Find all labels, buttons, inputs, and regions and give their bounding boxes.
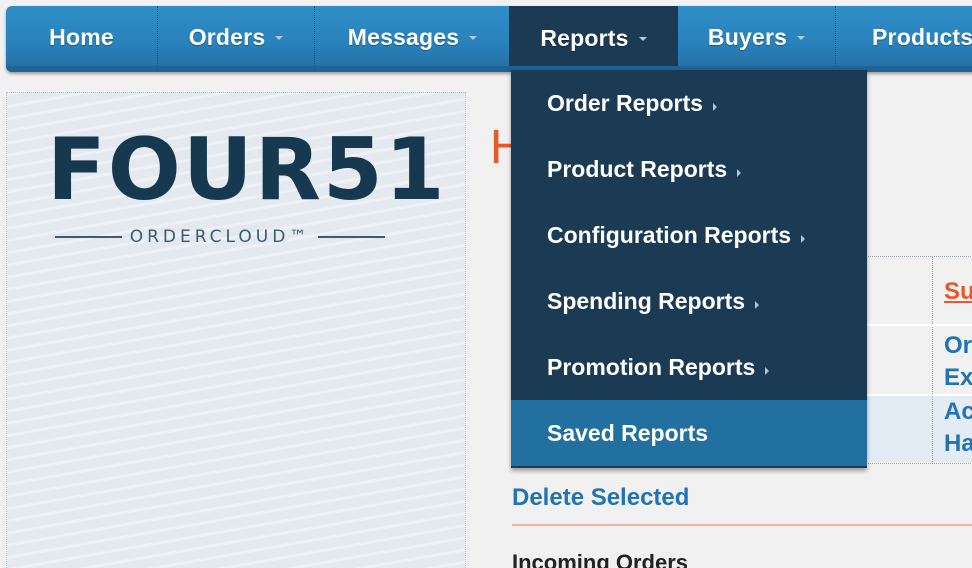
chevron-right-icon [765, 367, 770, 375]
table-cell-link[interactable]: Ex [944, 366, 972, 390]
section-divider [512, 524, 972, 526]
menu-item-label: Configuration Reports [547, 221, 792, 248]
menu-item-label: Saved Reports [547, 419, 709, 446]
main-nav: Home Orders Messages Reports Buyers Prod… [6, 6, 972, 72]
nav-orders[interactable]: Orders [158, 6, 315, 68]
nav-buyers[interactable]: Buyers [678, 6, 836, 68]
menu-item-order-reports[interactable]: Order Reports [511, 70, 867, 136]
menu-item-saved-reports[interactable]: Saved Reports [511, 400, 867, 466]
nav-messages-label: Messages [347, 23, 460, 50]
nav-buyers-label: Buyers [707, 23, 788, 50]
menu-item-label: Order Reports [547, 89, 703, 116]
nav-reports[interactable]: Reports [509, 6, 678, 70]
table-cell-link[interactable]: Or [944, 334, 972, 358]
nav-orders-label: Orders [188, 23, 266, 50]
nav-home[interactable]: Home [6, 6, 158, 68]
menu-item-label: Spending Reports [547, 287, 746, 314]
table-cell-link[interactable]: Ac [944, 400, 972, 424]
page: Home Orders Messages Reports Buyers Prod… [0, 0, 972, 568]
menu-item-label: Product Reports [547, 155, 728, 182]
delete-selected-link[interactable]: Delete Selected [512, 484, 689, 512]
nav-products-label: Products [872, 23, 972, 50]
table-header-subject[interactable]: Su [944, 280, 972, 304]
nav-products[interactable]: Products [836, 6, 972, 68]
chevron-down-icon [638, 37, 647, 41]
menu-item-promotion-reports[interactable]: Promotion Reports [511, 334, 867, 400]
nav-home-label: Home [49, 23, 114, 50]
chevron-right-icon [755, 301, 760, 309]
sidebar: FOUR51 ORDERCLOUD™ [6, 92, 466, 568]
logo-tagline: ORDERCLOUD™ [47, 227, 393, 247]
incoming-orders-heading: Incoming Orders [512, 550, 689, 568]
chevron-right-icon [712, 103, 717, 111]
table-column-divider [932, 256, 933, 462]
chevron-down-icon [469, 36, 478, 40]
menu-item-configuration-reports[interactable]: Configuration Reports [511, 202, 867, 268]
logo-tagline-text: ORDERCLOUD™ [129, 227, 311, 247]
reports-dropdown-menu: Order Reports Product Reports Configurat… [511, 70, 867, 468]
logo-divider-right [318, 236, 386, 238]
menu-item-product-reports[interactable]: Product Reports [511, 136, 867, 202]
menu-item-spending-reports[interactable]: Spending Reports [511, 268, 867, 334]
table-row-separator [864, 394, 972, 396]
chevron-down-icon [275, 36, 284, 40]
chevron-down-icon [797, 36, 806, 40]
logo-divider-left [55, 236, 122, 238]
table-cell-link[interactable]: Ha [944, 432, 972, 456]
logo-wordmark: FOUR51 [47, 120, 447, 220]
chevron-right-icon [737, 169, 742, 177]
chevron-right-icon [801, 235, 806, 243]
nav-messages[interactable]: Messages [315, 6, 510, 68]
table-row-separator [864, 324, 972, 326]
menu-item-label: Promotion Reports [547, 353, 756, 380]
nav-reports-label: Reports [540, 24, 629, 51]
